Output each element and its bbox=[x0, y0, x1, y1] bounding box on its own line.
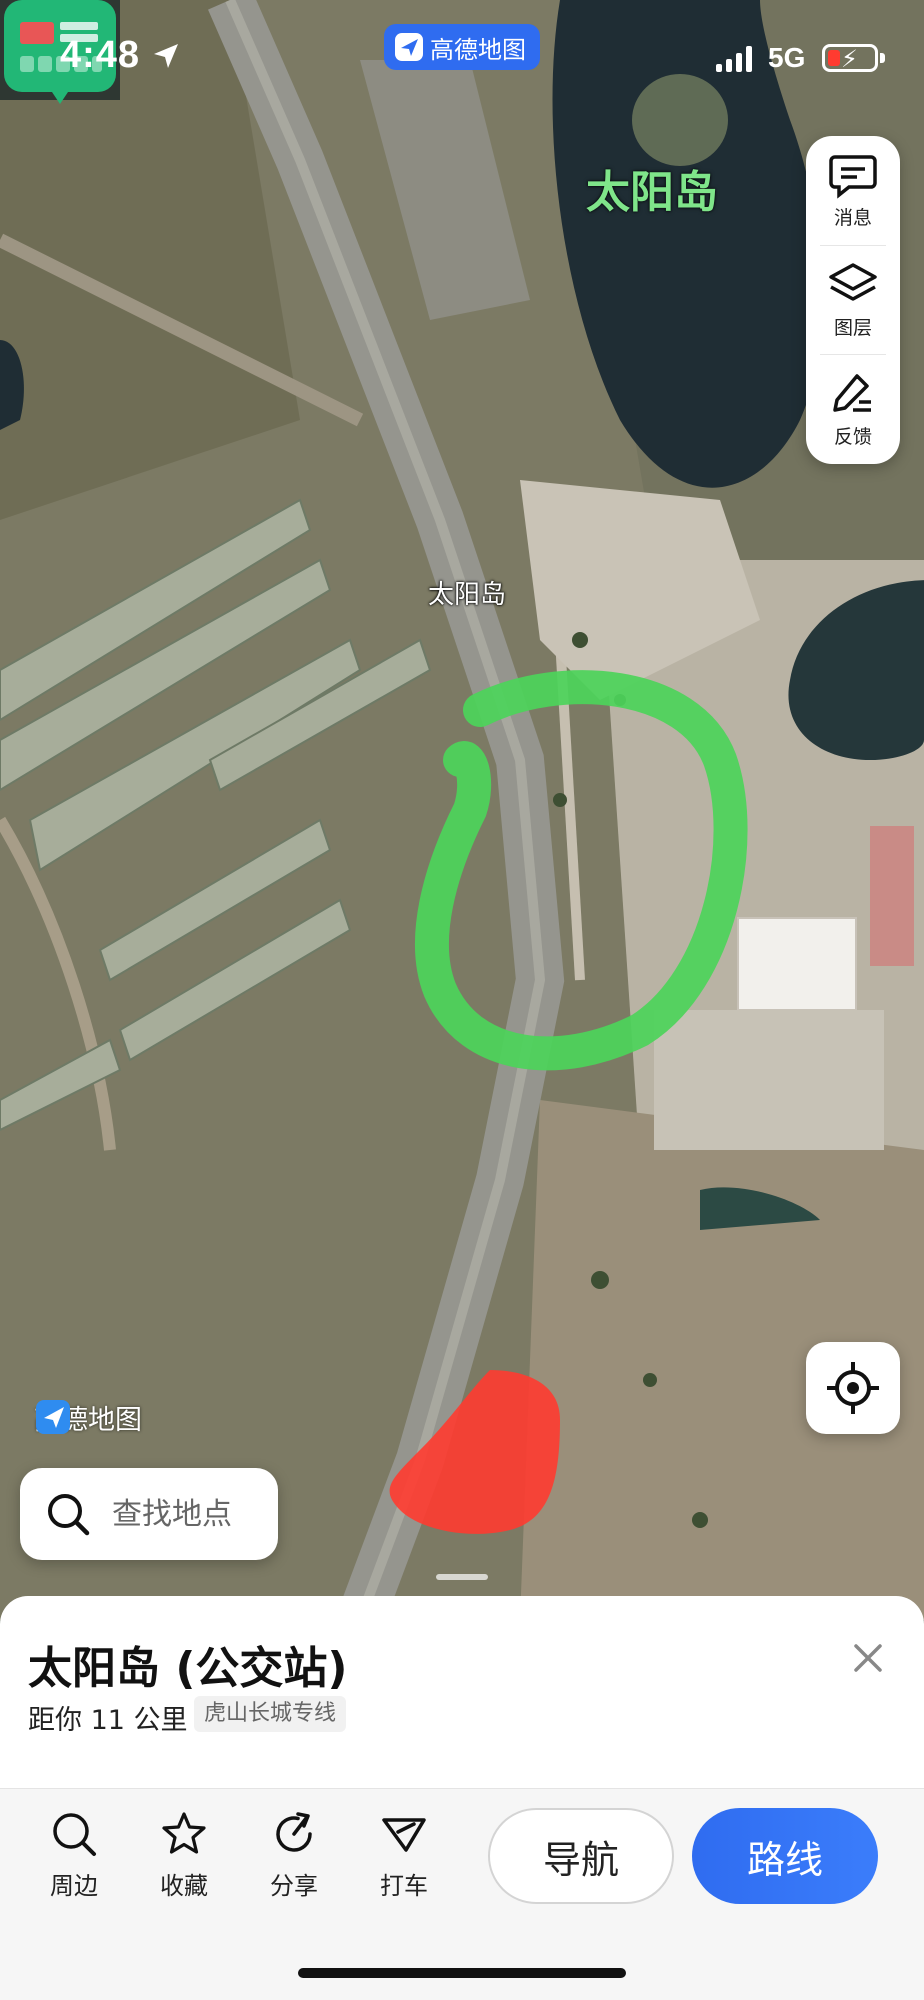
star-icon bbox=[162, 1812, 206, 1854]
app-name: 高德地图 bbox=[430, 35, 526, 64]
action-label: 打车 bbox=[380, 1872, 428, 1900]
messages-button[interactable]: 消息 bbox=[806, 136, 900, 245]
place-title: 太阳岛 (公交站) bbox=[28, 1643, 348, 1694]
layers-icon bbox=[829, 262, 877, 301]
poi-label[interactable]: 太阳岛 bbox=[428, 574, 506, 611]
location-arrow-icon bbox=[154, 44, 178, 68]
distance-text: 距你 11 公里 bbox=[28, 1705, 188, 1736]
home-indicator[interactable] bbox=[298, 1968, 626, 1978]
layers-button[interactable]: 图层 bbox=[806, 246, 900, 355]
satellite-map[interactable]: 太阳岛 太阳岛 高德地图 bbox=[0, 0, 924, 1620]
return-to-app-pill[interactable]: 高德地图 bbox=[384, 24, 540, 70]
nearby-button[interactable]: 周边 bbox=[34, 1810, 114, 1901]
battery-icon: ⚡ bbox=[822, 44, 878, 73]
taxi-icon bbox=[382, 1818, 426, 1852]
status-bar: 4:48 高德地图 5G ⚡ bbox=[0, 0, 924, 120]
locate-me-button[interactable] bbox=[806, 1342, 900, 1434]
battery-tip bbox=[880, 53, 885, 63]
taxi-button[interactable]: 打车 bbox=[364, 1810, 444, 1901]
tool-label: 反馈 bbox=[833, 426, 872, 449]
search-icon bbox=[48, 1494, 90, 1536]
favorite-button[interactable]: 收藏 bbox=[144, 1810, 224, 1901]
feedback-button[interactable]: 反馈 bbox=[806, 355, 900, 464]
clock: 4:48 bbox=[60, 34, 141, 76]
feedback-icon bbox=[833, 374, 871, 412]
search-box[interactable] bbox=[20, 1468, 278, 1560]
close-icon[interactable] bbox=[846, 1636, 890, 1680]
route-button[interactable]: 路线 bbox=[692, 1808, 878, 1904]
map-watermark: 高德地图 bbox=[34, 1398, 142, 1437]
message-icon bbox=[829, 155, 877, 199]
amap-logo-icon bbox=[36, 1400, 70, 1434]
share-button[interactable]: 分享 bbox=[254, 1810, 334, 1901]
action-label: 分享 bbox=[270, 1872, 318, 1900]
crosshair-icon bbox=[827, 1362, 879, 1414]
sheet-grabber[interactable] bbox=[436, 1574, 488, 1580]
map-tools-panel: 消息 图层 反馈 bbox=[806, 136, 900, 464]
tool-label: 图层 bbox=[833, 316, 872, 339]
navigate-button[interactable]: 导航 bbox=[488, 1808, 674, 1904]
network-type: 5G bbox=[768, 42, 806, 73]
action-label: 收藏 bbox=[160, 1872, 208, 1900]
amap-logo-icon bbox=[395, 33, 423, 61]
area-label[interactable]: 太阳岛 bbox=[586, 156, 718, 220]
tool-label: 消息 bbox=[833, 206, 872, 229]
cellular-signal-icon bbox=[716, 46, 752, 72]
search-input[interactable] bbox=[112, 1496, 262, 1532]
action-label: 周边 bbox=[50, 1872, 98, 1900]
search-icon bbox=[53, 1813, 96, 1856]
bus-route-tag[interactable]: 虎山长城专线 bbox=[194, 1696, 347, 1732]
map-imagery bbox=[0, 0, 924, 1620]
share-icon bbox=[276, 1812, 312, 1852]
